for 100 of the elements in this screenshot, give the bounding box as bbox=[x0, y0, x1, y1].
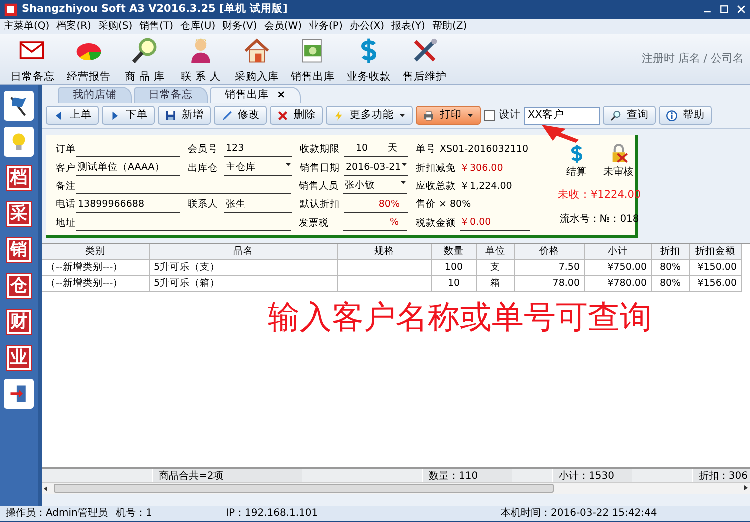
field-label: 出库仓 bbox=[188, 162, 219, 176]
toolbar-button[interactable]: 日常备忘 bbox=[6, 34, 60, 86]
input-field[interactable]: 13899966688 bbox=[76, 198, 180, 213]
field-label: 单号 bbox=[416, 143, 436, 158]
toolbar-button[interactable]: 帮助 bbox=[659, 106, 712, 125]
input-field[interactable]: 测试单位（AAAA） bbox=[76, 160, 180, 176]
toolbar-button[interactable]: 商 品 库 bbox=[118, 34, 172, 86]
checkbox[interactable] bbox=[484, 110, 495, 121]
field-value: XS01-2016032110 bbox=[440, 143, 528, 158]
field-value: ￥1,224.00 bbox=[460, 180, 512, 194]
field-value: ￥306.00 bbox=[460, 162, 504, 176]
toolbar-button[interactable]: 采购入库 bbox=[230, 34, 284, 86]
dropdown-field[interactable]: 2016-03-21 bbox=[344, 160, 408, 176]
toolbar-button[interactable]: 联 系 人 bbox=[174, 34, 228, 86]
print-button[interactable]: 打印 bbox=[416, 106, 481, 125]
maximize-icon bbox=[720, 5, 729, 14]
status-button[interactable]: 结算 bbox=[566, 143, 588, 180]
menu-item[interactable]: 主菜单(Q) bbox=[4, 19, 50, 34]
field-label: 销售日期 bbox=[300, 162, 341, 176]
input-field[interactable]: % bbox=[343, 216, 407, 232]
tab[interactable]: 销售出库 × bbox=[210, 87, 301, 103]
printer-icon bbox=[423, 110, 435, 122]
field-label: 收款期限 bbox=[300, 143, 341, 158]
field-label: 联系人 bbox=[188, 198, 219, 212]
menu-item[interactable]: 财务(V) bbox=[222, 19, 258, 34]
tab[interactable]: 日常备忘 bbox=[134, 87, 208, 103]
sidebar-button[interactable] bbox=[4, 91, 34, 121]
toolbar-button[interactable]: 查询 bbox=[603, 106, 656, 125]
sidebar-button[interactable]: 销 bbox=[4, 235, 34, 265]
field-label: 应收总款 bbox=[416, 180, 456, 194]
input-field[interactable]: 123 bbox=[224, 142, 292, 158]
field-label: 地址 bbox=[56, 216, 76, 231]
field-label: 会员号 bbox=[188, 143, 219, 158]
toolbar-button[interactable]: 业务收款 bbox=[342, 34, 396, 86]
app-logo-icon bbox=[4, 2, 18, 16]
table-cell: 支 bbox=[477, 260, 515, 276]
column-header: 品名 bbox=[150, 244, 338, 260]
toolbar-button[interactable]: 删除 bbox=[270, 106, 323, 125]
field-label: 订单 bbox=[56, 143, 76, 158]
menu-item[interactable]: 档案(R) bbox=[56, 19, 92, 34]
field-label: 销售人员 bbox=[299, 180, 340, 194]
table-cell: ¥750.00 bbox=[585, 260, 652, 276]
sidebar-button[interactable] bbox=[4, 379, 34, 409]
menu-item[interactable]: 办公(X) bbox=[350, 19, 385, 34]
status-text: 本机时间：2016-03-22 15:42:44 bbox=[501, 506, 658, 521]
search-icon bbox=[610, 110, 622, 122]
summary-cell: 折扣：306 bbox=[692, 469, 750, 482]
dropdown-field[interactable]: 张小敏 bbox=[343, 179, 407, 194]
toolbar-button[interactable]: 修改 bbox=[214, 106, 267, 125]
checkbox-label: 设计 bbox=[499, 108, 521, 123]
column-header: 价格 bbox=[515, 244, 585, 260]
sidebar-button[interactable]: 业 bbox=[4, 343, 34, 373]
menu-item[interactable]: 仓库(U) bbox=[180, 19, 216, 34]
toolbar-button[interactable]: 下单 bbox=[102, 106, 155, 125]
tab[interactable]: 我的店铺 bbox=[58, 87, 132, 103]
scrollbar-thumb[interactable] bbox=[54, 484, 554, 493]
column-header: 类别 bbox=[42, 244, 150, 260]
toolbar-button[interactable]: 新增 bbox=[158, 106, 211, 125]
table-cell: （--新增类别---） bbox=[42, 276, 150, 292]
table-cell: 100 bbox=[432, 260, 477, 276]
table-cell: （--新增类别---） bbox=[42, 260, 150, 276]
search-field[interactable]: XX客户 bbox=[524, 106, 600, 124]
menu-item[interactable]: 采购(S) bbox=[98, 19, 133, 34]
toolbar-button[interactable]: 售后维护 bbox=[398, 34, 452, 86]
field-label: 折扣减免 bbox=[416, 162, 456, 176]
toolbar-button[interactable]: 经营报告 bbox=[62, 34, 116, 86]
table-cell: 箱 bbox=[477, 276, 515, 292]
table-cell: 5升可乐（支） bbox=[150, 260, 338, 276]
input-field[interactable]: 10 天 bbox=[344, 142, 408, 158]
status-button[interactable]: 未审核 bbox=[604, 143, 634, 180]
toolbar-button[interactable]: 上单 bbox=[46, 106, 99, 125]
input-field[interactable]: 张生 bbox=[224, 198, 292, 213]
close-icon bbox=[737, 5, 746, 14]
menu-item[interactable]: 报表(Y) bbox=[392, 19, 426, 34]
caret-icon bbox=[400, 179, 407, 186]
table-cell: ¥150.00 bbox=[690, 260, 742, 276]
table-cell: 80% bbox=[652, 260, 690, 276]
dropdown-field[interactable]: 主仓库 bbox=[224, 160, 292, 176]
sidebar-button[interactable]: 财 bbox=[4, 307, 34, 337]
column-header: 折扣 bbox=[652, 244, 690, 260]
caret-icon bbox=[285, 160, 292, 168]
input-field[interactable]: 80% bbox=[344, 198, 408, 213]
input-field: ￥0.00 bbox=[460, 216, 530, 232]
scroll-left-icon bbox=[42, 484, 50, 492]
sidebar-button[interactable]: 采 bbox=[4, 199, 34, 229]
toolbar-button[interactable]: 销售出库 bbox=[286, 34, 340, 86]
table-cell: 10 bbox=[432, 276, 477, 292]
toolbar-button[interactable]: 更多功能 bbox=[326, 106, 413, 125]
menu-item[interactable]: 销售(T) bbox=[140, 19, 174, 34]
sidebar-button[interactable]: 档 bbox=[4, 163, 34, 193]
column-header: 数量 bbox=[432, 244, 477, 260]
sidebar-button[interactable]: 仓 bbox=[4, 271, 34, 301]
field-label: 客户 bbox=[56, 162, 76, 176]
menu-item[interactable]: 帮助(Z) bbox=[432, 19, 468, 34]
table-cell: ¥780.00 bbox=[585, 276, 652, 292]
menu-item[interactable]: 会员(W) bbox=[264, 19, 302, 34]
registration-text: 注册时 店名 / 公司名 bbox=[642, 50, 744, 67]
menu-item[interactable]: 业务(P) bbox=[309, 19, 343, 34]
status-text: 机号：1 bbox=[116, 506, 154, 521]
summary-cell: 小计：1530 bbox=[552, 469, 632, 482]
